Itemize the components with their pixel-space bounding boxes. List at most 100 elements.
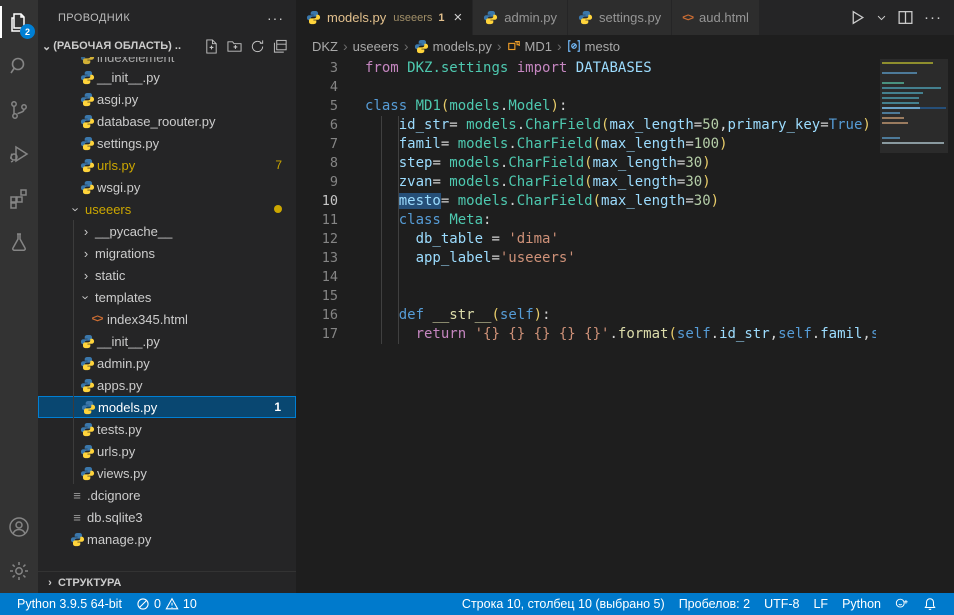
- tree-item-models.py[interactable]: models.py1: [38, 396, 296, 418]
- code-line[interactable]: [365, 268, 876, 287]
- line-number: 13: [296, 249, 365, 268]
- tree-item-label: .dcignore: [87, 488, 140, 503]
- tree-item-admin.py[interactable]: admin.py: [38, 352, 296, 374]
- code-line[interactable]: class Meta:: [365, 211, 876, 230]
- problems-status[interactable]: 0 10: [129, 597, 204, 611]
- tree-item-apps.py[interactable]: apps.py: [38, 374, 296, 396]
- code-line[interactable]: id_str= models.CharField(max_length=50,p…: [365, 116, 876, 135]
- tree-item-static[interactable]: ›static: [38, 264, 296, 286]
- code-line[interactable]: step= models.CharField(max_length=30): [365, 154, 876, 173]
- python-icon: [80, 378, 95, 393]
- python-icon: [483, 10, 498, 25]
- tree-item-__init__.py[interactable]: __init__.py: [38, 66, 296, 88]
- tree-item-__init__.py[interactable]: __init__.py: [38, 330, 296, 352]
- tree-item-db.sqlite3[interactable]: ≡ db.sqlite3: [38, 506, 296, 528]
- breadcrumb-item-MD1[interactable]: MD1: [507, 39, 552, 54]
- source-control-icon[interactable]: [0, 88, 38, 132]
- tab-settings.py[interactable]: settings.py: [568, 0, 672, 35]
- outline-section-header[interactable]: › СТРУКТУРА: [38, 571, 296, 593]
- code-line[interactable]: [365, 78, 876, 97]
- extensions-icon[interactable]: [0, 176, 38, 220]
- error-count: 0: [154, 597, 161, 611]
- code-line[interactable]: from DKZ.settings import DATABASES: [365, 59, 876, 78]
- tree-item-templates[interactable]: ›templates: [38, 286, 296, 308]
- code-lines[interactable]: from DKZ.settings import DATABASES class …: [365, 59, 876, 344]
- tree-item-index345.html[interactable]: <>index345.html: [38, 308, 296, 330]
- problems-badge: 1: [274, 400, 281, 414]
- code-line[interactable]: mesto= models.CharField(max_length=30): [365, 192, 876, 211]
- tree-item-label: manage.py: [87, 532, 151, 547]
- breadcrumb-item-useeers[interactable]: useeers: [353, 39, 399, 54]
- tree-item-wsgi.py[interactable]: wsgi.py: [38, 176, 296, 198]
- split-editor-icon[interactable]: [897, 9, 914, 26]
- search-icon[interactable]: [0, 44, 38, 88]
- tree-item-tests.py[interactable]: tests.py: [38, 418, 296, 440]
- eol-sequence[interactable]: LF: [806, 597, 835, 611]
- tree-item-settings.py[interactable]: settings.py: [38, 132, 296, 154]
- sidebar-more-actions-icon[interactable]: ···: [267, 10, 284, 26]
- tab-aud.html[interactable]: <>aud.html: [672, 0, 760, 35]
- tree-item-migrations[interactable]: ›migrations: [38, 242, 296, 264]
- run-debug-icon[interactable]: [0, 132, 38, 176]
- code-line[interactable]: def __str__(self):: [365, 306, 876, 325]
- tree-item-.dcignore[interactable]: ≡ .dcignore: [38, 484, 296, 506]
- code-line[interactable]: zvan= models.CharField(max_length=30): [365, 173, 876, 192]
- code-line[interactable]: class MD1(models.Model):: [365, 97, 876, 116]
- code-line[interactable]: famil= models.CharField(max_length=100): [365, 135, 876, 154]
- tree-item-urls.py[interactable]: urls.py7: [38, 154, 296, 176]
- testing-icon[interactable]: [0, 220, 38, 264]
- encoding[interactable]: UTF-8: [757, 597, 806, 611]
- run-python-file-icon[interactable]: [849, 9, 866, 26]
- tab-models.py[interactable]: models.pyuseeers1×: [296, 0, 473, 35]
- chevron-down-icon[interactable]: [876, 9, 887, 26]
- tab-admin.py[interactable]: admin.py: [473, 0, 568, 35]
- code-line[interactable]: return '{} {} {} {} {}'.format(self.id_s…: [365, 325, 876, 344]
- refresh-icon[interactable]: [250, 39, 265, 54]
- workspace-section-header[interactable]: ⌄ (РАБОЧАЯ ОБЛАСТЬ) ...: [38, 35, 296, 57]
- file-icon: ≡: [73, 510, 81, 525]
- collapse-all-icon[interactable]: [273, 39, 288, 54]
- breadcrumb-item-mesto[interactable]: mesto: [567, 39, 620, 54]
- tree-item-database_roouter.py[interactable]: database_roouter.py: [38, 110, 296, 132]
- cursor-position[interactable]: Строка 10, столбец 10 (выбрано 5): [455, 597, 672, 611]
- minimap[interactable]: [880, 59, 948, 169]
- breadcrumb-item-DKZ[interactable]: DKZ: [312, 39, 338, 54]
- line-number: 6: [296, 116, 365, 135]
- code-line[interactable]: [365, 287, 876, 306]
- notifications-bell-icon[interactable]: [916, 597, 944, 611]
- explorer-icon[interactable]: 2: [0, 0, 38, 44]
- new-folder-icon[interactable]: [227, 39, 242, 54]
- tree-item-label: useeers: [85, 202, 131, 217]
- html-icon: <>: [92, 313, 103, 325]
- breadcrumb-item-models.py[interactable]: models.py: [414, 39, 492, 54]
- tree-item-asgi.py[interactable]: asgi.py: [38, 88, 296, 110]
- account-icon[interactable]: [0, 505, 38, 549]
- minimap-line: [882, 72, 946, 74]
- tree-item-manage.py[interactable]: manage.py: [38, 528, 296, 550]
- settings-gear-icon[interactable]: [0, 549, 38, 593]
- more-actions-icon[interactable]: ···: [924, 9, 942, 26]
- tree-item-label: database_roouter.py: [97, 114, 216, 129]
- new-file-icon[interactable]: [204, 39, 219, 54]
- tree-item-__pycache__[interactable]: ›__pycache__: [38, 220, 296, 242]
- outline-label: СТРУКТУРА: [58, 577, 121, 589]
- tree-item-views.py[interactable]: views.py: [38, 462, 296, 484]
- code-line[interactable]: app_label='useeers': [365, 249, 876, 268]
- file-icon: ≡: [73, 488, 81, 503]
- indentation[interactable]: Пробелов: 2: [672, 597, 757, 611]
- tree-item-label: db.sqlite3: [87, 510, 143, 525]
- tree-item-useeers[interactable]: ›useeers: [38, 198, 296, 220]
- problems-badge: 7: [275, 158, 282, 172]
- language-mode[interactable]: Python: [835, 597, 888, 611]
- line-number: 3: [296, 59, 365, 78]
- editor-actions: ···: [837, 0, 954, 35]
- code-editor[interactable]: 34567891011121314151617 from DKZ.setting…: [296, 57, 954, 593]
- feedback-icon[interactable]: [888, 597, 916, 611]
- code-line[interactable]: db_table = 'dima': [365, 230, 876, 249]
- tree-item-indexelement[interactable]: indexelement: [38, 57, 296, 66]
- tab-problems-badge: 1: [438, 12, 444, 24]
- close-icon[interactable]: ×: [454, 10, 463, 25]
- tree-item-urls.py[interactable]: urls.py: [38, 440, 296, 462]
- chevron-right-icon: ›: [42, 577, 58, 589]
- python-interpreter[interactable]: Python 3.9.5 64-bit: [10, 597, 129, 611]
